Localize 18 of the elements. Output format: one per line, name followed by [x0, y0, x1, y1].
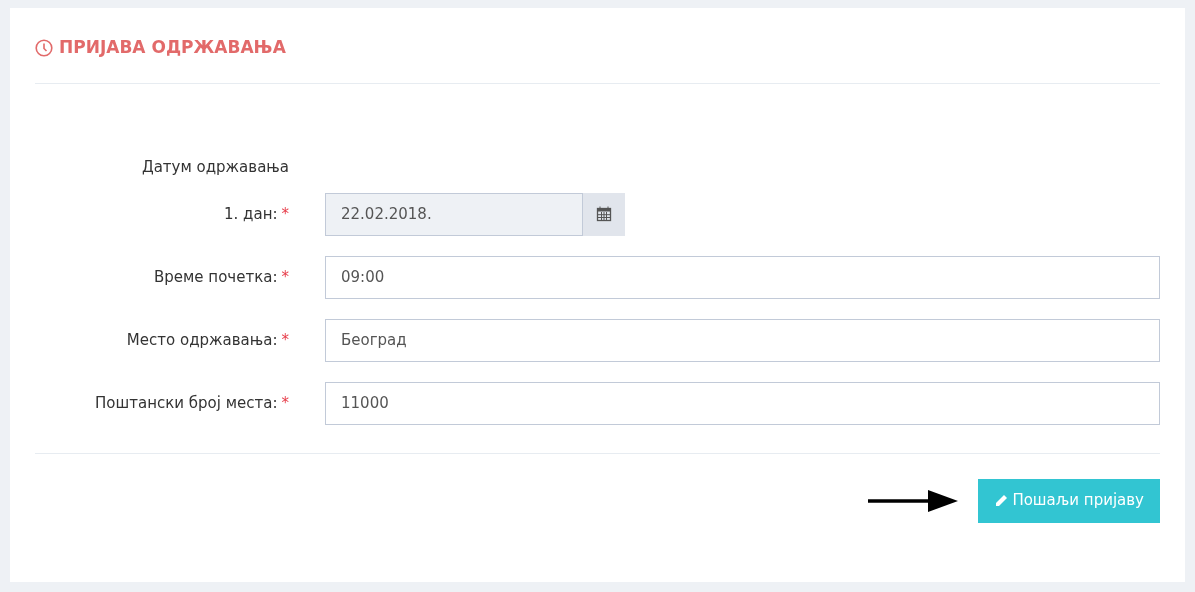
field-label: Поштански број места: — [95, 393, 278, 412]
pencil-icon — [994, 493, 1009, 508]
text-field[interactable]: 09:00 — [325, 255, 1160, 299]
required-mark: * — [281, 330, 289, 349]
section-label: Датум одржавања — [141, 158, 289, 176]
text-field[interactable]: 11000 — [325, 381, 1160, 425]
required-mark: * — [281, 393, 289, 412]
field-label: Место одржавања: — [126, 330, 278, 349]
field-label: 1. дан: — [224, 204, 278, 223]
calendar-button[interactable] — [582, 192, 625, 236]
calendar-icon — [595, 206, 612, 222]
form-title: ПРИЈАВА ОДРЖАВАЊА — [59, 35, 286, 59]
text-field[interactable]: Београд — [325, 318, 1160, 362]
required-mark: * — [281, 267, 289, 286]
clock-icon — [35, 38, 53, 57]
field-label: Време почетка: — [154, 267, 278, 286]
date-field[interactable]: 22.02.2018. — [325, 192, 583, 236]
required-mark: * — [281, 204, 289, 223]
